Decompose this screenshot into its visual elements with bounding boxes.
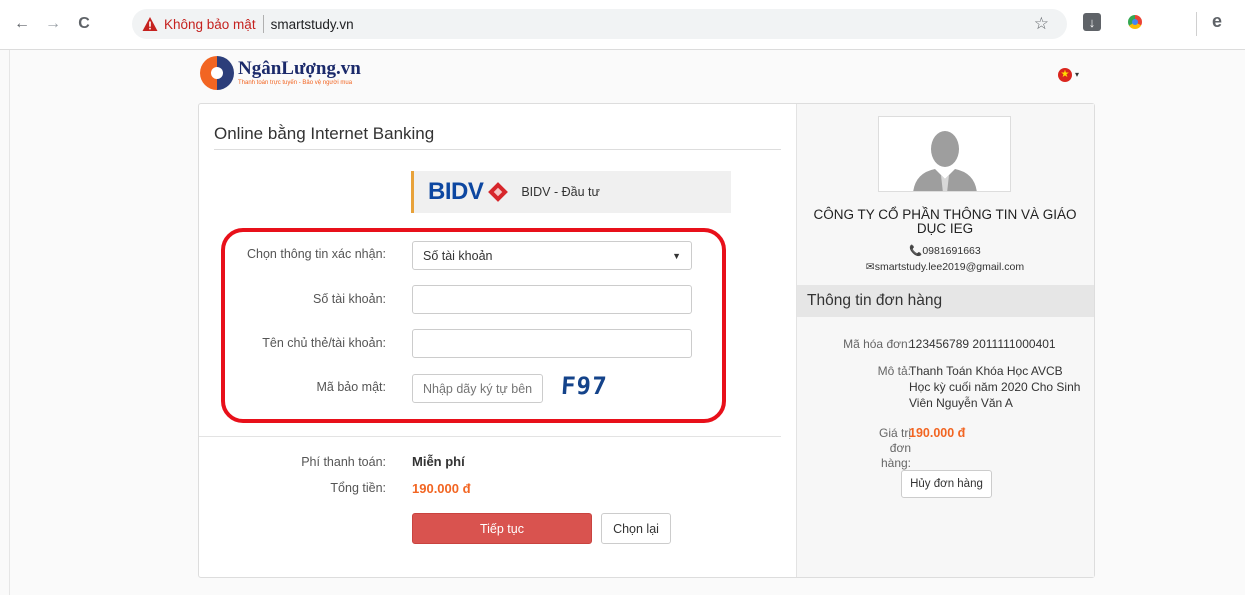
description-label: Mô tả: [877, 364, 911, 378]
forward-arrow-icon[interactable]: → [43, 14, 63, 34]
bidv-logo-text: BIDV [428, 178, 484, 205]
security-status-text[interactable]: Không bảo mật [164, 17, 256, 32]
section-title: Online bằng Internet Banking [214, 124, 435, 143]
url-separator [262, 15, 264, 33]
payment-card: Online bằng Internet Banking BIDV BIDV -… [198, 103, 1095, 578]
flag-star-icon: ★ [1060, 69, 1070, 80]
merchant-avatar [878, 116, 1011, 192]
browser-toolbar: ← → C Không bảo mật smartstudy.vn ☆ ↓ e [0, 0, 1245, 50]
merchant-name: CÔNG TY CỔ PHẦN THÔNG TIN VÀ GIÁO DỤC IE… [813, 207, 1077, 236]
toolbar-divider [1196, 12, 1197, 36]
brand-name: NgânLượng.vn [238, 58, 361, 79]
merchant-phone: 📞0981691663 [909, 245, 981, 257]
profile-icon[interactable]: e [1212, 11, 1222, 32]
title-divider [214, 149, 781, 150]
selected-bank: BIDV BIDV - Đầu tư [411, 171, 731, 213]
account-number-input[interactable] [412, 285, 692, 314]
bidv-diamond-icon [488, 182, 509, 202]
captcha-input[interactable] [412, 374, 543, 403]
download-extension-icon[interactable]: ↓ [1083, 13, 1101, 31]
brand-tagline: Thanh toán trực tuyến - Bảo vệ người mua [238, 80, 353, 86]
payment-form-column: Online bằng Internet Banking BIDV BIDV -… [199, 104, 796, 577]
order-value-amount: 190.000 đ [909, 426, 966, 440]
logo-text: NgânLượng.vn Thanh toán trực tuyến - Bảo… [238, 59, 361, 87]
cancel-order-button[interactable]: Hủy đơn hàng [901, 470, 992, 498]
verify-type-label: Chọn thông tin xác nhận: [247, 247, 386, 261]
page-left-border [9, 50, 10, 595]
color-extension-icon[interactable] [1128, 15, 1142, 29]
verify-type-value: Số tài khoản [423, 248, 493, 263]
language-caret-icon[interactable]: ▾ [1075, 70, 1079, 79]
total-value: 190.000 đ [412, 481, 471, 496]
fee-value: Miễn phí [412, 454, 465, 469]
invoice-label: Mã hóa đơn: [843, 337, 911, 351]
reload-icon[interactable]: C [74, 14, 94, 34]
invoice-value: 123456789 2011111000401 [909, 337, 1056, 351]
account-holder-input[interactable] [412, 329, 692, 358]
continue-button[interactable]: Tiếp tục [412, 513, 592, 544]
description-value: Thanh Toán Khóa Học AVCB Học kỳ cuối năm… [909, 364, 1081, 410]
account-number-label: Số tài khoản: [313, 292, 386, 306]
user-silhouette-icon [879, 117, 1010, 191]
account-holder-label: Tên chủ thẻ/tài khoản: [262, 336, 386, 350]
nganluong-logo-icon [200, 56, 234, 90]
back-arrow-icon[interactable]: ← [12, 14, 32, 34]
address-bar[interactable]: Không bảo mật smartstudy.vn ☆ [132, 9, 1067, 39]
order-value-label: Giá trị đơn hàng: [878, 426, 911, 470]
merchant-email: ✉smartstudy.lee2019@gmail.com [865, 261, 1025, 273]
bank-name: BIDV - Đầu tư [521, 185, 600, 199]
verify-type-select[interactable]: Số tài khoản ▼ [412, 241, 692, 270]
url-text[interactable]: smartstudy.vn [271, 17, 354, 32]
chevron-down-icon: ▼ [672, 250, 681, 261]
bookmark-star-icon[interactable]: ☆ [1034, 14, 1049, 34]
nganluong-logo[interactable]: NgânLượng.vn Thanh toán trực tuyến - Bảo… [200, 56, 361, 90]
fee-label: Phí thanh toán: [301, 455, 386, 469]
captcha-image: F97 [560, 372, 609, 400]
page: NgânLượng.vn Thanh toán trực tuyến - Bảo… [0, 50, 1245, 595]
merchant-column: CÔNG TY CỔ PHẦN THÔNG TIN VÀ GIÁO DỤC IE… [796, 104, 1094, 577]
vietnam-flag-icon[interactable]: ★ [1058, 68, 1072, 82]
form-divider [199, 436, 781, 437]
order-info-header: Thông tin đơn hàng [797, 285, 1094, 317]
reset-button[interactable]: Chọn lại [601, 513, 671, 544]
warning-triangle-icon [142, 17, 158, 31]
captcha-label: Mã bảo mật: [316, 380, 386, 394]
total-label: Tổng tiền: [330, 481, 386, 495]
